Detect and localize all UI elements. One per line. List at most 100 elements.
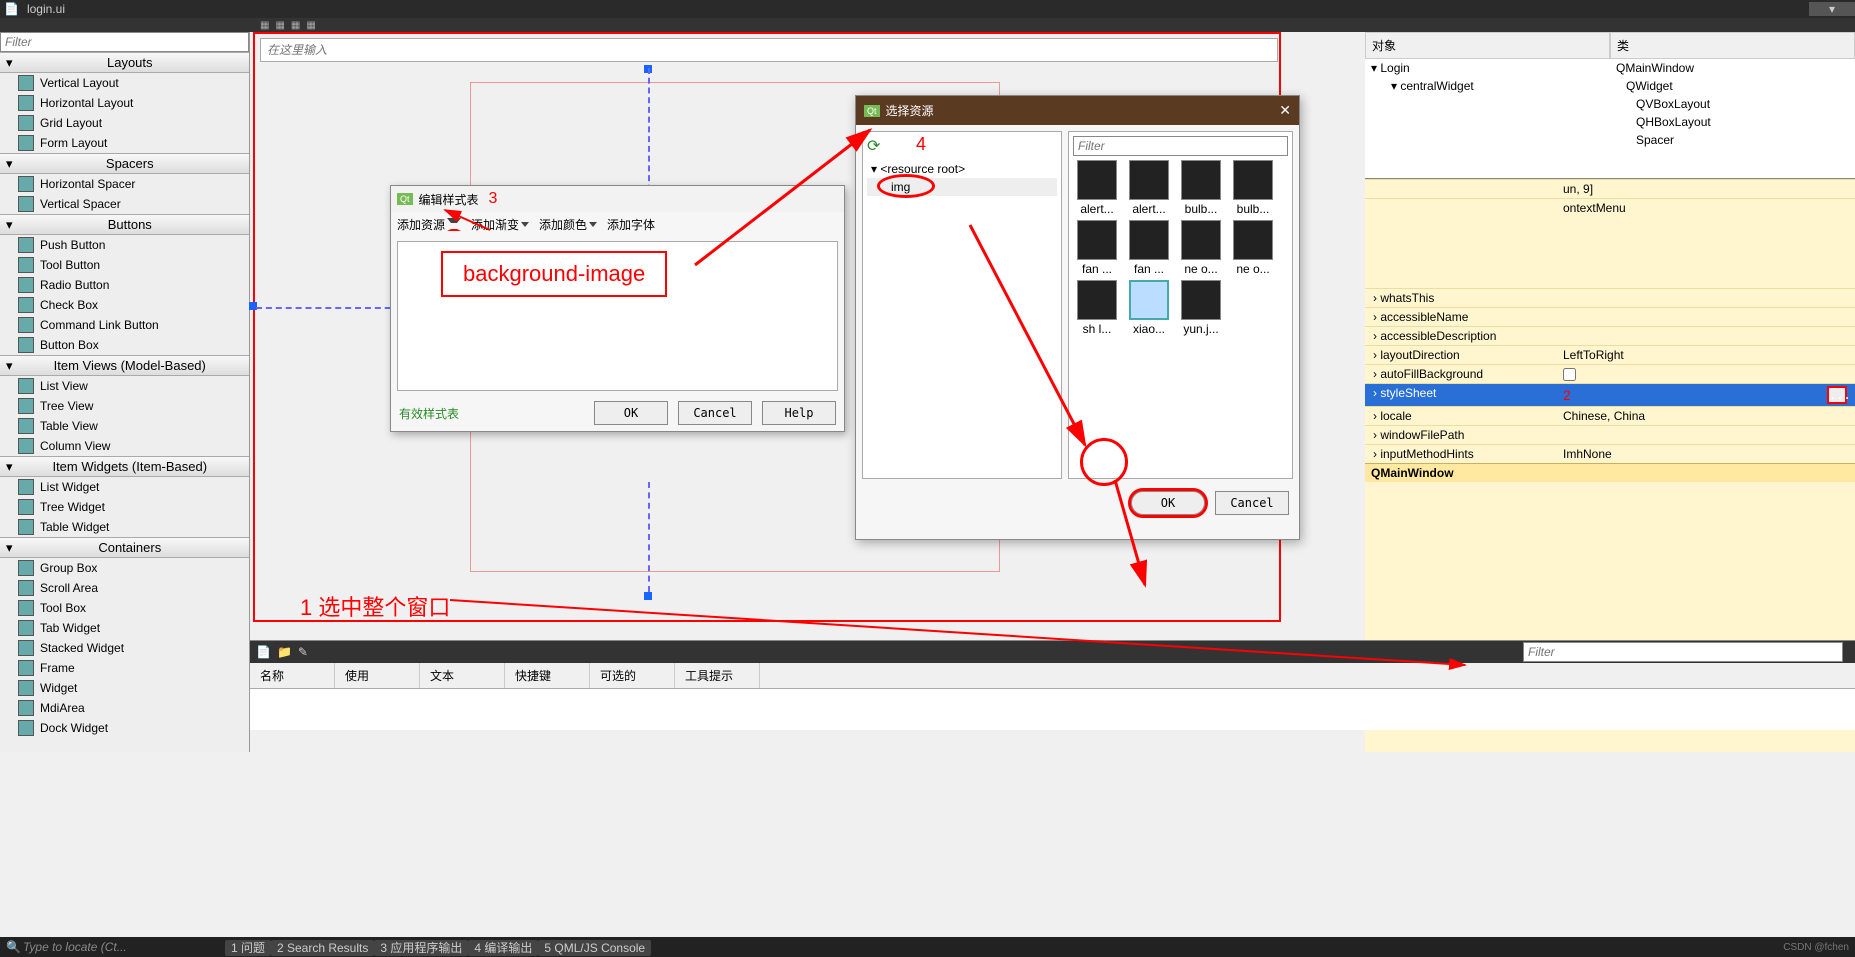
widgetbox-item[interactable]: Push Button — [0, 235, 249, 255]
resource-thumbnail[interactable]: bulb... — [1177, 160, 1225, 216]
checkbox[interactable] — [1563, 368, 1576, 381]
widgetbox-item[interactable]: Group Box — [0, 558, 249, 578]
resource-tree[interactable]: ⟳ ▾ <resource root> img — [862, 131, 1062, 479]
menu-add-resource[interactable]: 添加资源 — [397, 216, 461, 233]
widgetbox-item[interactable]: Horizontal Spacer — [0, 174, 249, 194]
resource-thumbnail[interactable]: ne o... — [1229, 220, 1277, 276]
widgetbox-item[interactable]: Form Layout — [0, 133, 249, 153]
widgetbox-item[interactable]: MdiArea — [0, 698, 249, 718]
action-filter-input[interactable] — [1523, 642, 1843, 662]
tree-folder-img[interactable]: img — [867, 178, 1057, 196]
help-button[interactable]: Help — [762, 401, 836, 425]
resource-thumbnail[interactable]: fan ... — [1125, 220, 1173, 276]
widgetbox-item[interactable]: Dock Widget — [0, 718, 249, 738]
resource-thumbnail[interactable]: sh l... — [1073, 280, 1121, 336]
property-row[interactable]: › styleSheet2... — [1365, 383, 1855, 406]
toolbar-icon[interactable]: ▦ — [260, 20, 269, 31]
property-row[interactable]: › autoFillBackground — [1365, 364, 1855, 383]
ok-button[interactable]: OK — [594, 401, 668, 425]
property-row[interactable]: › accessibleName — [1365, 307, 1855, 326]
thumbnail-grid[interactable]: alert...alert...bulb...bulb...fan ...fan… — [1073, 160, 1288, 336]
widgetbox-section[interactable]: Item Widgets (Item-Based) — [0, 456, 249, 477]
property-row[interactable]: › layoutDirectionLeftToRight — [1365, 345, 1855, 364]
widgetbox-item[interactable]: Tool Button — [0, 255, 249, 275]
output-tab[interactable]: 3 应用程序输出 — [374, 940, 468, 956]
action-column-header[interactable]: 可选的 — [590, 663, 675, 688]
widgetbox-item[interactable]: Tab Widget — [0, 618, 249, 638]
new-action-icon[interactable]: 📄 — [256, 645, 271, 659]
edit-stylesheet-dialog[interactable]: Qt 编辑样式表 3 添加资源 添加渐变 添加颜色 添加字体 backgroun… — [390, 185, 845, 432]
object-tree-row[interactable]: Spacer — [1365, 131, 1855, 149]
toolbar-icon[interactable]: ▦ — [306, 20, 315, 31]
cancel-button[interactable]: Cancel — [678, 401, 752, 425]
widgetbox-section[interactable]: Item Views (Model-Based) — [0, 355, 249, 376]
widgetbox-section[interactable]: Spacers — [0, 153, 249, 174]
menu-add-font[interactable]: 添加字体 — [607, 216, 655, 233]
widgetbox-item[interactable]: Table Widget — [0, 517, 249, 537]
widgetbox-item[interactable]: Scroll Area — [0, 578, 249, 598]
property-row[interactable]: › inputMethodHintsImhNone — [1365, 444, 1855, 463]
dropdown-arrow-icon[interactable] — [447, 218, 461, 231]
stylesheet-edit-button[interactable]: ... — [1827, 386, 1847, 404]
widgetbox-item[interactable]: Frame — [0, 658, 249, 678]
action-column-header[interactable]: 快捷键 — [505, 663, 590, 688]
property-row[interactable]: › whatsThis — [1365, 288, 1855, 307]
menu-add-gradient[interactable]: 添加渐变 — [471, 216, 529, 233]
close-icon[interactable]: ✕ — [1279, 102, 1291, 119]
lineedit-widget[interactable] — [260, 38, 1278, 62]
widgetbox-item[interactable]: Vertical Layout — [0, 73, 249, 93]
widgetbox-item[interactable]: Check Box — [0, 295, 249, 315]
action-column-header[interactable]: 工具提示 — [675, 663, 760, 688]
search-icon[interactable]: 🔍 — [6, 940, 21, 954]
toolbar-icon[interactable]: ▦ — [275, 20, 284, 31]
widgetbox-item[interactable]: Vertical Spacer — [0, 194, 249, 214]
output-tab[interactable]: 4 编译输出 — [468, 940, 538, 956]
cancel-button[interactable]: Cancel — [1215, 491, 1289, 515]
resource-thumbnail[interactable]: ne o... — [1177, 220, 1225, 276]
widgetbox-item[interactable]: Tree Widget — [0, 497, 249, 517]
locator-input[interactable]: Type to locate (Ct... — [23, 940, 223, 954]
property-row[interactable]: › localeChinese, China — [1365, 406, 1855, 425]
widgetbox-item[interactable]: Widget — [0, 678, 249, 698]
toolbar-icon[interactable]: ▦ — [291, 20, 300, 31]
object-tree-row[interactable]: ▾ LoginQMainWindow — [1365, 59, 1855, 77]
action-column-header[interactable]: 文本 — [420, 663, 505, 688]
object-tree-row[interactable]: QVBoxLayout — [1365, 95, 1855, 113]
widgetbox-item[interactable]: Horizontal Layout — [0, 93, 249, 113]
widgetbox-item[interactable]: Command Link Button — [0, 315, 249, 335]
widgetbox-item[interactable]: Table View — [0, 416, 249, 436]
action-column-header[interactable]: 使用 — [335, 663, 420, 688]
widgetbox-item[interactable]: List View — [0, 376, 249, 396]
widgetbox-item[interactable]: Column View — [0, 436, 249, 456]
object-tree-row[interactable]: ▾ centralWidgetQWidget — [1365, 77, 1855, 95]
resource-filter-input[interactable] — [1073, 136, 1288, 156]
action-column-header[interactable]: 名称 — [250, 663, 335, 688]
resource-thumbnail[interactable]: xiao... — [1125, 280, 1173, 336]
output-tab[interactable]: 1 问题 — [225, 940, 271, 956]
output-tab[interactable]: 2 Search Results — [271, 940, 374, 956]
widgetbox-section[interactable]: Buttons — [0, 214, 249, 235]
widgetbox-item[interactable]: Radio Button — [0, 275, 249, 295]
widgetbox-item[interactable]: List Widget — [0, 477, 249, 497]
resource-thumbnail[interactable]: bulb... — [1229, 160, 1277, 216]
object-tree[interactable]: ▾ LoginQMainWindow▾ centralWidgetQWidget… — [1365, 59, 1855, 179]
widgetbox-item[interactable]: Stacked Widget — [0, 638, 249, 658]
resource-thumbnail[interactable]: yun.j... — [1177, 280, 1225, 336]
ok-button[interactable]: OK — [1131, 491, 1205, 515]
widgetbox-item[interactable]: Tree View — [0, 396, 249, 416]
titlebar-dropdown-icon[interactable]: ▾ — [1809, 2, 1855, 16]
widgetbox-item[interactable]: Grid Layout — [0, 113, 249, 133]
menu-add-color[interactable]: 添加颜色 — [539, 216, 597, 233]
property-row[interactable]: › windowFilePath — [1365, 425, 1855, 444]
object-tree-row[interactable]: QHBoxLayout — [1365, 113, 1855, 131]
resource-thumbnail[interactable]: fan ... — [1073, 220, 1121, 276]
select-resource-dialog[interactable]: Qt 选择资源 ✕ 4 ⟳ ▾ <resource root> img aler… — [855, 95, 1300, 540]
resource-thumbnail[interactable]: alert... — [1073, 160, 1121, 216]
refresh-icon[interactable]: ⟳ — [867, 136, 1057, 156]
toolbar-icon[interactable]: ✎ — [298, 645, 308, 659]
property-row[interactable]: › accessibleDescription — [1365, 326, 1855, 345]
widgetbox-section[interactable]: Containers — [0, 537, 249, 558]
output-tab[interactable]: 5 QML/JS Console — [538, 940, 651, 956]
widgetbox-item[interactable]: Tool Box — [0, 598, 249, 618]
widgetbox-item[interactable]: Button Box — [0, 335, 249, 355]
